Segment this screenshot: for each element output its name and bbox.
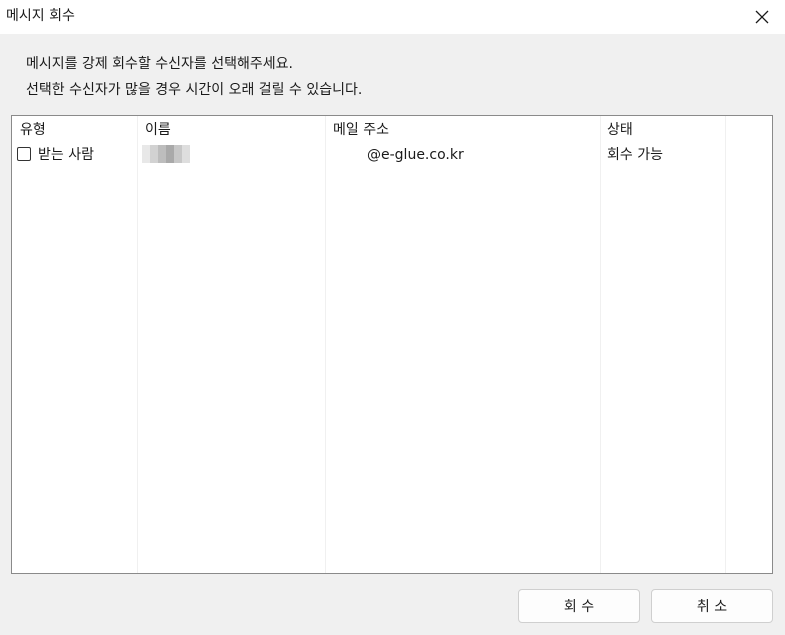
recall-button[interactable]: 회 수 bbox=[518, 589, 640, 623]
column-divider[interactable] bbox=[725, 116, 726, 573]
recipient-type: 받는 사람 bbox=[38, 147, 94, 163]
column-divider[interactable] bbox=[325, 116, 326, 573]
close-button[interactable] bbox=[739, 0, 785, 34]
warning-text: 선택한 수신자가 많을 경우 시간이 오래 걸릴 수 있습니다. bbox=[26, 82, 363, 98]
column-divider[interactable] bbox=[137, 116, 138, 573]
recipients-list[interactable]: 유형 이름 메일 주소 상태 받는 사람 @e-glue.co.kr 회수 가능 bbox=[11, 115, 773, 574]
column-header-name[interactable]: 이름 bbox=[145, 121, 171, 139]
close-icon bbox=[755, 10, 769, 24]
dialog-title: 메시지 회수 bbox=[6, 8, 75, 24]
cancel-button[interactable]: 취 소 bbox=[651, 589, 773, 623]
recipient-checkbox[interactable] bbox=[17, 147, 31, 161]
column-header-email[interactable]: 메일 주소 bbox=[333, 121, 389, 139]
column-header-status[interactable]: 상태 bbox=[607, 121, 633, 139]
recall-dialog: 메시지 회수 메시지를 강제 회수할 수신자를 선택해주세요. 선택한 수신자가… bbox=[0, 0, 785, 635]
title-bar: 메시지 회수 bbox=[0, 0, 785, 34]
recipient-status: 회수 가능 bbox=[607, 147, 663, 163]
recipient-name-blurred bbox=[142, 145, 190, 163]
column-header-type[interactable]: 유형 bbox=[20, 121, 46, 139]
recipient-email: @e-glue.co.kr bbox=[367, 147, 464, 163]
column-divider[interactable] bbox=[600, 116, 601, 573]
instruction-text: 메시지를 강제 회수할 수신자를 선택해주세요. bbox=[26, 56, 293, 72]
